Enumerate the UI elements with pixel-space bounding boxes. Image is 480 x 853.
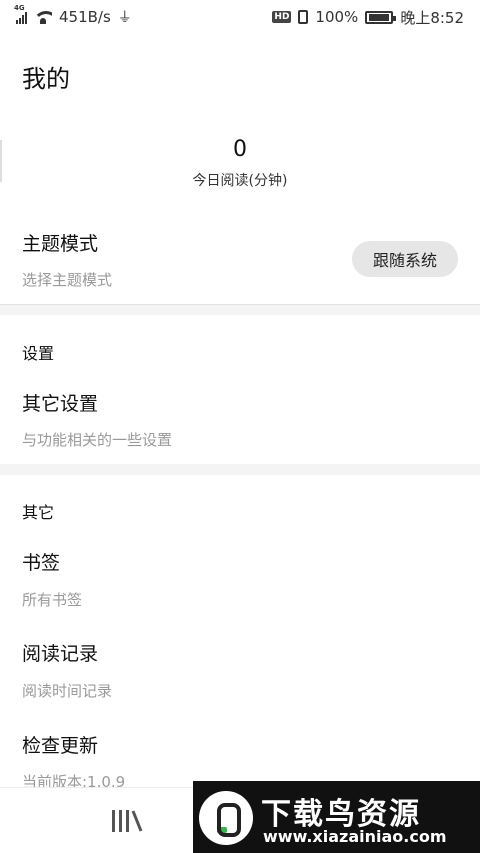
today-reading-value: 0 <box>233 137 247 162</box>
battery-percent: 100% <box>315 8 359 26</box>
watermark-url: www.xiazainiao.com <box>263 827 447 846</box>
watermark-logo-icon <box>199 791 253 845</box>
reading-history-title[interactable]: 阅读记录 <box>22 639 98 666</box>
usb-icon: ⏚ <box>117 10 132 26</box>
other-settings-title[interactable]: 其它设置 <box>22 389 98 416</box>
bookmarks-subtitle: 所有书签 <box>22 591 83 609</box>
status-bar: 4G 451B/s ⏚ HD 100% 晚上8:52 <box>0 0 480 34</box>
reading-history-subtitle: 阅读时间记录 <box>22 682 113 700</box>
watermark: 下载鸟资源 www.xiazainiao.com <box>193 781 480 853</box>
network-type: 4G <box>14 4 25 12</box>
network-speed: 451B/s <box>59 8 111 26</box>
today-reading-label: 今日阅读(分钟) <box>192 173 288 189</box>
settings-section-header: 设置 <box>22 344 55 363</box>
other-section-header: 其它 <box>22 503 55 522</box>
wifi-icon <box>34 10 52 24</box>
theme-mode-button[interactable]: 跟随系统 <box>352 241 458 277</box>
theme-mode-subtitle: 选择主题模式 <box>22 271 113 289</box>
battery-icon <box>365 10 397 24</box>
status-right: HD 100% 晚上8:52 <box>272 7 464 28</box>
signal-icon: 4G <box>14 4 27 24</box>
section-gap <box>0 305 480 315</box>
other-settings-subtitle: 与功能相关的一些设置 <box>22 431 173 449</box>
bookshelf-icon[interactable] <box>110 808 144 834</box>
hd-badge: HD <box>272 11 292 23</box>
bookmarks-title[interactable]: 书签 <box>22 548 60 575</box>
today-reading-stat[interactable]: 0 今日阅读(分钟) <box>0 130 480 190</box>
section-gap <box>0 464 480 475</box>
status-left: 4G 451B/s ⏚ <box>14 4 132 27</box>
check-update-title[interactable]: 检查更新 <box>22 731 98 758</box>
page-title: 我的 <box>22 65 70 93</box>
theme-mode-title[interactable]: 主题模式 <box>22 229 98 256</box>
clock: 晚上8:52 <box>400 8 464 27</box>
vibrate-icon <box>298 10 309 24</box>
